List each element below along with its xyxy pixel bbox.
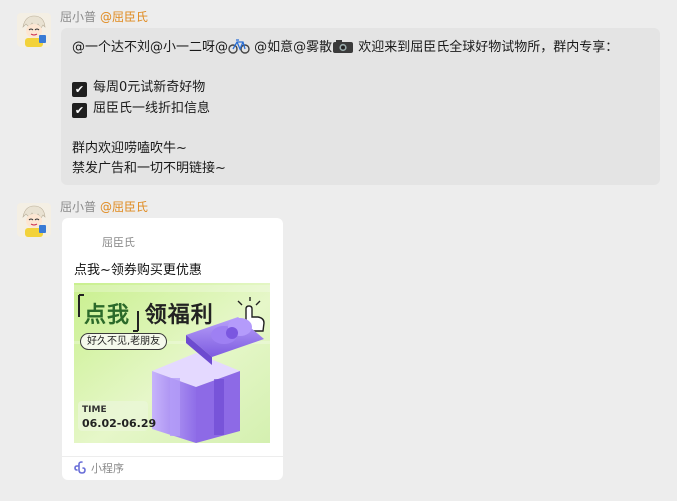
bicycle-icon: [228, 38, 250, 61]
card-footer-label: 小程序: [91, 462, 124, 475]
mini-program-card[interactable]: 屈臣氏 点我~领券购买更优惠 点我 领福利 好久不见,老朋友 TIME 06.0…: [62, 218, 283, 480]
bullet-item: ✔ 每周0元试新奇好物: [72, 78, 205, 98]
card-source: 屈臣氏: [102, 236, 135, 249]
welcome-intro: 欢迎来到屈臣氏全球好物试物所，群内专享：: [354, 40, 619, 55]
sender-name: 屈小普 @屈臣氏: [60, 198, 148, 215]
card-divider: [62, 456, 283, 457]
avatar-image: [17, 203, 51, 237]
bullet-item: ✔ 屈臣氏一线折扣信息: [72, 99, 210, 119]
avatar-image: [17, 13, 51, 47]
sender-name: 屈小普 @屈臣氏: [60, 8, 148, 25]
mention-line: @一个达不刘@小一二呀@ @如意@雾散 欢迎来到屈臣氏全球好物试物所，群内专享：: [72, 38, 618, 61]
card-title: 点我~领券购买更优惠: [74, 263, 202, 278]
checked-box-icon: ✔: [72, 82, 87, 97]
avatar[interactable]: [17, 203, 51, 237]
cover-dates: 06.02-06.29: [82, 417, 157, 430]
sender-nickname[interactable]: 屈小普: [60, 200, 96, 214]
card-cover-image[interactable]: 点我 领福利 好久不见,老朋友 TIME 06.02-06.29: [74, 283, 270, 443]
cover-headline-right: 领福利: [144, 303, 214, 328]
mini-program-icon: [74, 461, 87, 477]
avatar[interactable]: [17, 13, 51, 47]
card-footer: 小程序: [74, 460, 124, 477]
rules-line: 禁发广告和一切不明链接~: [72, 161, 226, 176]
cover-tag: 好久不见,老朋友: [80, 333, 168, 350]
cover-headline-left: 点我: [84, 303, 131, 328]
cover-time-label: TIME: [82, 405, 107, 415]
sender-nickname[interactable]: 屈小普: [60, 10, 96, 24]
camera-icon: [332, 38, 354, 61]
bullet-text: 屈臣氏一线折扣信息: [93, 101, 211, 116]
at-mention[interactable]: @屈臣氏: [100, 200, 148, 214]
at-mention[interactable]: @屈臣氏: [100, 10, 148, 24]
welcome-line: 群内欢迎唠嗑吹牛~: [72, 141, 187, 156]
checked-box-icon: ✔: [72, 103, 87, 118]
bullet-text: 每周0元试新奇好物: [93, 80, 206, 95]
cover-headline: 点我 领福利: [84, 297, 214, 329]
message-bubble[interactable]: @一个达不刘@小一二呀@ @如意@雾散 欢迎来到屈臣氏全球好物试物所，群内专享：…: [61, 28, 660, 185]
mention-text: @一个达不刘@小一二呀@: [72, 40, 229, 55]
mention-text-2: @如意@雾散: [250, 40, 333, 55]
